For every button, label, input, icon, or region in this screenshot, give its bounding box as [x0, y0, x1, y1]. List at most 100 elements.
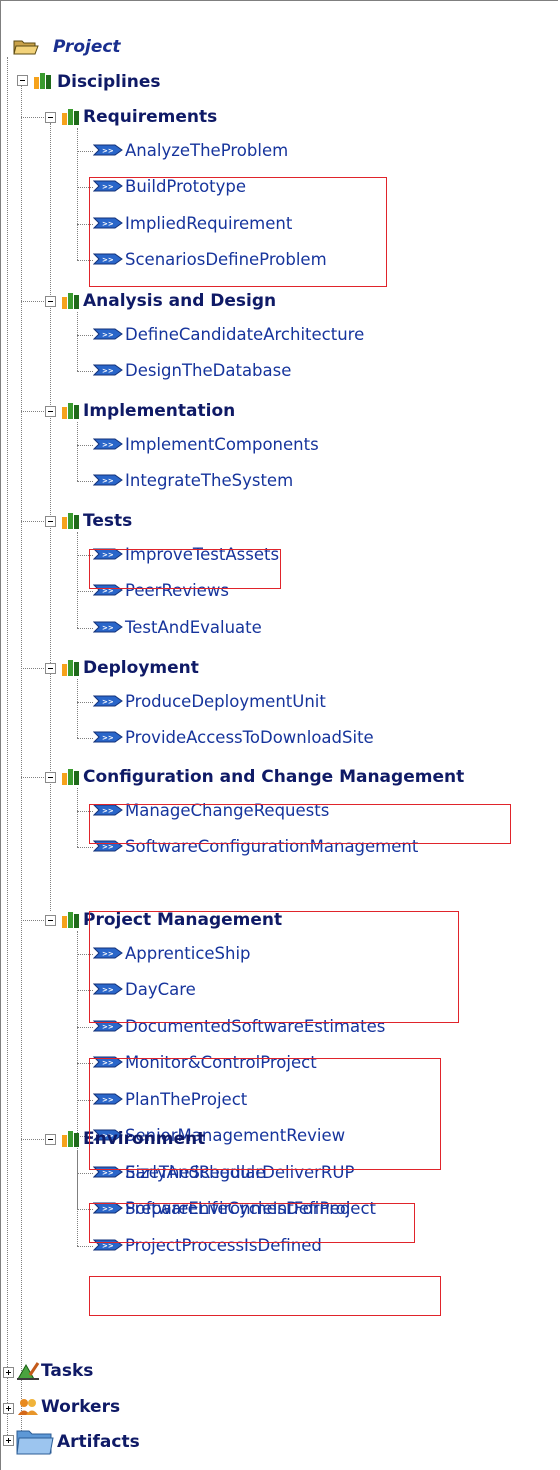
expand-toggle-icon[interactable]: [3, 1367, 14, 1378]
highlight-box: [89, 177, 387, 287]
svg-text:>>: >>: [102, 147, 114, 155]
svg-text:>>: >>: [102, 734, 114, 742]
tree-connector: [77, 1150, 78, 1246]
discipline-label[interactable]: Deployment: [83, 657, 199, 679]
discipline-label[interactable]: Tests: [83, 510, 132, 532]
tree-connector: [77, 444, 93, 446]
tree-connector: [21, 668, 46, 669]
tree-connector: [77, 334, 93, 336]
tree-connector: [77, 847, 93, 848]
tree-connector: [21, 1139, 46, 1140]
collapse-toggle-icon[interactable]: [45, 663, 56, 674]
highlight-box: [89, 1058, 441, 1170]
discipline-bars-icon: [61, 659, 81, 681]
tree-connector: [77, 128, 78, 260]
svg-text:>>: >>: [102, 1023, 114, 1031]
highlight-box: [89, 911, 459, 1023]
tree-node-disciplines[interactable]: Disciplines: [57, 71, 161, 93]
tree-connector: [21, 117, 46, 118]
task-link[interactable]: ImplementComponents: [125, 434, 319, 456]
tree-connector: [77, 627, 93, 629]
discipline-label[interactable]: Requirements: [83, 106, 217, 128]
tree-connector: [21, 411, 46, 412]
task-arrow-icon: >>: [92, 728, 123, 750]
task-arrow-icon: >>: [92, 618, 123, 640]
expand-toggle-icon[interactable]: [3, 1435, 14, 1446]
workers-icon: [16, 1397, 40, 1421]
tree-connector: [7, 57, 8, 1437]
discipline-label[interactable]: Analysis and Design: [83, 290, 276, 312]
svg-text:>>: >>: [102, 624, 114, 632]
svg-text:>>: >>: [102, 331, 114, 339]
discipline-bars-icon: [61, 768, 81, 790]
task-link[interactable]: ProvideAccessToDownloadSite: [125, 727, 374, 749]
tree-connector: [77, 591, 93, 592]
tree-connector: [21, 777, 46, 778]
svg-text:>>: >>: [102, 843, 114, 851]
tree-connector: [21, 301, 46, 302]
tree-connector: [77, 1026, 93, 1028]
tree-connector: [77, 788, 78, 847]
discipline-bars-icon: [61, 512, 81, 534]
discipline-label[interactable]: Implementation: [83, 400, 235, 422]
tree-node-tasks[interactable]: Tasks: [41, 1360, 93, 1382]
collapse-toggle-icon[interactable]: [45, 772, 56, 783]
highlight-box: [89, 804, 511, 844]
tree-connector: [21, 85, 22, 1437]
task-arrow-icon: >>: [92, 325, 123, 347]
highlight-box: [89, 1276, 441, 1316]
artifacts-folder-icon: [15, 1425, 55, 1461]
collapse-toggle-icon[interactable]: [17, 75, 28, 86]
task-arrow-icon: >>: [92, 471, 123, 493]
tree-connector: [77, 532, 78, 628]
task-link[interactable]: DefineCandidateArchitecture: [125, 324, 364, 346]
tree-node-workers[interactable]: Workers: [41, 1396, 120, 1418]
tree-connector: [77, 679, 78, 738]
task-link[interactable]: ProduceDeploymentUnit: [125, 691, 326, 713]
tree-connector: [77, 481, 93, 482]
discipline-bars-icon: [61, 292, 81, 314]
tree-panel: Project Disciplines Requirements >> Analyz…: [0, 0, 558, 1470]
expand-toggle-icon[interactable]: [3, 1403, 14, 1414]
collapse-toggle-icon[interactable]: [45, 516, 56, 527]
task-link[interactable]: DesignTheDatabase: [125, 360, 291, 382]
collapse-toggle-icon[interactable]: [45, 915, 56, 926]
task-arrow-icon: >>: [92, 141, 123, 163]
tree-connector: [77, 150, 93, 152]
discipline-bars-icon: [61, 402, 81, 424]
tree-connector: [21, 920, 46, 921]
task-arrow-icon: >>: [92, 435, 123, 457]
svg-text:>>: >>: [102, 477, 114, 485]
discipline-bars-icon: [61, 108, 81, 130]
discipline-bars-icon: [33, 72, 53, 94]
collapse-toggle-icon[interactable]: [45, 296, 56, 307]
tree-connector: [77, 701, 93, 703]
highlight-box: [89, 549, 281, 589]
discipline-bars-icon: [61, 1130, 81, 1152]
svg-text:>>: >>: [102, 367, 114, 375]
discipline-label[interactable]: Configuration and Change Management: [83, 766, 464, 788]
tree-connector: [77, 422, 78, 481]
task-link[interactable]: AnalyzeTheProblem: [125, 140, 288, 162]
svg-text:>>: >>: [102, 441, 114, 449]
tree-connector: [77, 371, 93, 372]
discipline-bars-icon: [61, 911, 81, 933]
tree-connector: [77, 738, 93, 739]
highlight-box: [89, 1203, 415, 1243]
svg-text:>>: >>: [102, 698, 114, 706]
collapse-toggle-icon[interactable]: [45, 1134, 56, 1145]
task-link[interactable]: TestAndEvaluate: [125, 617, 262, 639]
tree-connector: [77, 1245, 93, 1247]
task-link[interactable]: IntegrateTheSystem: [125, 470, 293, 492]
tree-node-artifacts[interactable]: Artifacts: [57, 1431, 140, 1453]
folder-open-icon: [13, 38, 39, 60]
collapse-toggle-icon[interactable]: [45, 406, 56, 417]
tree-root-label[interactable]: Project: [53, 37, 121, 57]
collapse-toggle-icon[interactable]: [45, 112, 56, 123]
tree-connector: [77, 1172, 93, 1174]
tasks-icon: [16, 1361, 40, 1385]
task-arrow-icon: >>: [92, 692, 123, 714]
task-arrow-icon: >>: [92, 361, 123, 383]
tree-connector: [77, 312, 78, 371]
tree-connector: [21, 521, 46, 522]
